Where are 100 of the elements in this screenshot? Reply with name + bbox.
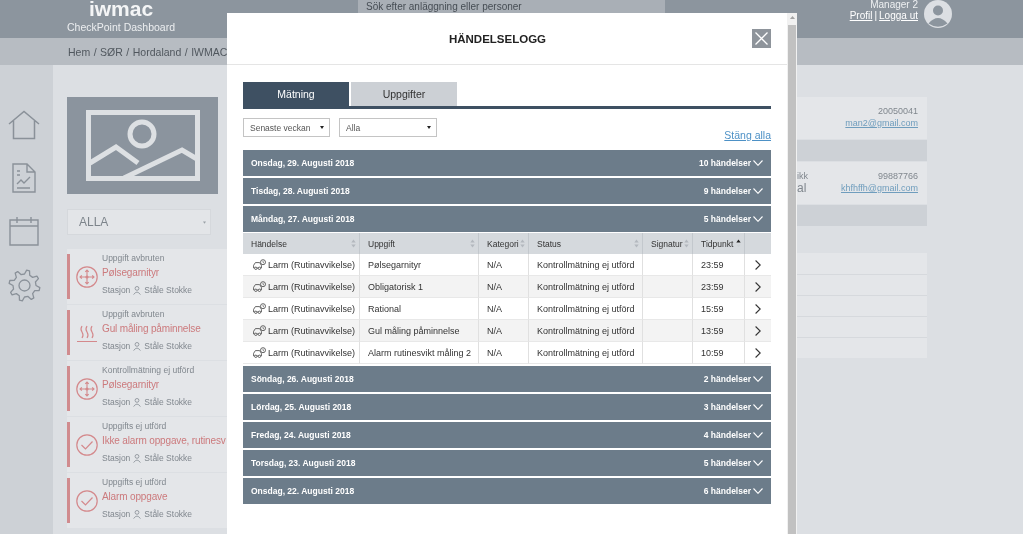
dropdown[interactable]: Senaste veckan bbox=[243, 118, 330, 137]
person-icon bbox=[133, 285, 142, 295]
event-card[interactable]: Kontrollmätning ej utförd Pølsegarnityr Stasjon Ståle Stokke bbox=[67, 361, 227, 416]
link-separator: | bbox=[874, 10, 878, 21]
check-circle-icon bbox=[76, 489, 98, 512]
time-text: 23:59 bbox=[701, 281, 724, 292]
status-text: Kontrollmätning ej utförd bbox=[537, 281, 635, 292]
severity-bar bbox=[67, 310, 70, 355]
breadcrumb-link[interactable]: Hordaland bbox=[132, 45, 182, 58]
event-status: Uppgift avbruten bbox=[102, 252, 166, 265]
event-title: Gul måling påminnelse bbox=[102, 322, 201, 336]
car-icon bbox=[253, 303, 266, 314]
event-status: Kontrollmätning ej utförd bbox=[102, 364, 195, 377]
user-name: Manager 2 bbox=[869, 0, 918, 10]
event-card[interactable]: Uppgift avbruten Pølsegarnityr Stasjon Ståle Stokke bbox=[67, 249, 227, 304]
table-row[interactable]: Larm (Rutinavvikelse) Gul måling påminnelse N/A Kontrollmätning ej utförd 13:59 bbox=[243, 320, 771, 342]
date-group-header[interactable]: Lördag, 25. Augusti 2018 3 händelser bbox=[243, 394, 771, 420]
event-card[interactable]: Uppgifts ej utförd Alarm oppgave Stasjon Ståle Stokke bbox=[67, 473, 227, 528]
chevron-right-icon[interactable] bbox=[755, 347, 761, 358]
event-status: Uppgifts ej utförd bbox=[102, 420, 168, 433]
group-date: Torsdag, 23. Augusti 2018 bbox=[251, 458, 356, 468]
event-type: Larm (Rutinavvikelse) bbox=[268, 303, 356, 314]
home-icon[interactable] bbox=[8, 110, 40, 140]
caret-icon bbox=[427, 126, 431, 129]
chevron-right-icon[interactable] bbox=[755, 325, 761, 336]
table-row[interactable]: Larm (Rutinavvikelse) Alarm rutinesvikt måling 2 N/A Kontrollmätning ej utförd 10:59 bbox=[243, 342, 771, 364]
scrollbar-thumb[interactable] bbox=[788, 25, 796, 534]
group-date: Måndag, 27. Augusti 2018 bbox=[251, 214, 355, 224]
breadcrumb-separator: / bbox=[184, 45, 188, 58]
close-button[interactable] bbox=[752, 29, 771, 48]
dropdown[interactable]: Alla bbox=[339, 118, 437, 137]
date-group-header[interactable]: Tisdag, 28. Augusti 2018 9 händelser bbox=[243, 178, 771, 204]
status-text: Kontrollmätning ej utförd bbox=[537, 347, 635, 358]
location-text: Stasjon bbox=[102, 340, 131, 352]
location-text: Stasjon bbox=[102, 508, 131, 520]
table-row[interactable]: Larm (Rutinavvikelse) Pølsegarnityr N/A Kontrollmätning ej utförd 23:59 bbox=[243, 254, 771, 276]
user-link[interactable]: Profil bbox=[849, 10, 873, 21]
chevron-right-icon[interactable] bbox=[755, 259, 761, 270]
calendar-icon[interactable] bbox=[9, 216, 39, 246]
scrollbar[interactable] bbox=[787, 13, 797, 534]
user-link[interactable]: Logga ut bbox=[879, 10, 918, 21]
status-text: Kontrollmätning ej utförd bbox=[537, 259, 635, 270]
settings-icon[interactable] bbox=[7, 269, 41, 302]
scroll-up-arrow-icon[interactable] bbox=[789, 16, 795, 19]
table-row[interactable]: Larm (Rutinavvikelse) Obligatorisk 1 N/A Kontrollmätning ej utförd 23:59 bbox=[243, 276, 771, 298]
date-group-header[interactable]: Onsdag, 22. Augusti 2018 6 händelser bbox=[243, 478, 771, 504]
chevron-right-icon[interactable] bbox=[755, 281, 761, 292]
event-type: Larm (Rutinavvikelse) bbox=[268, 347, 356, 358]
person-name: Ståle Stokke bbox=[144, 340, 193, 352]
tab[interactable]: Mätning bbox=[243, 82, 349, 106]
event-count: 6 händelser bbox=[703, 486, 751, 496]
date-group-header[interactable]: Måndag, 27. Augusti 2018 5 händelser bbox=[243, 206, 771, 232]
chevron-down-icon bbox=[753, 216, 763, 222]
event-type: Larm (Rutinavvikelse) bbox=[268, 281, 356, 292]
date-group-header[interactable]: Torsdag, 23. Augusti 2018 5 händelser bbox=[243, 450, 771, 476]
breadcrumb-separator: / bbox=[126, 45, 130, 58]
contact-text: al bbox=[797, 182, 808, 195]
breadcrumb-separator: / bbox=[93, 45, 97, 58]
filter-dropdown[interactable]: ALLA bbox=[67, 209, 211, 235]
group-date: Onsdag, 22. Augusti 2018 bbox=[251, 486, 355, 496]
car-icon bbox=[253, 325, 266, 336]
task-name: Alarm rutinesvikt måling 2 bbox=[368, 347, 472, 358]
severity-bar bbox=[67, 422, 70, 467]
report-document-icon[interactable] bbox=[12, 163, 36, 193]
circle-arrows-icon bbox=[76, 265, 98, 288]
event-status: Uppgifts ej utförd bbox=[102, 476, 168, 489]
severity-bar bbox=[67, 366, 70, 411]
status-text: Kontrollmätning ej utförd bbox=[537, 325, 635, 336]
breadcrumb-link[interactable]: Hem bbox=[68, 45, 91, 58]
avatar-icon[interactable] bbox=[924, 0, 952, 28]
phone-number: 99887766 bbox=[877, 170, 918, 182]
event-count: 3 händelser bbox=[703, 402, 751, 412]
breadcrumb-link[interactable]: IWMAC bbox=[191, 45, 228, 58]
breadcrumb-link[interactable]: SØR bbox=[100, 45, 123, 58]
chevron-right-icon[interactable] bbox=[755, 303, 761, 314]
severity-bar bbox=[67, 478, 70, 523]
category-text: N/A bbox=[487, 281, 502, 292]
date-group-header[interactable]: Onsdag, 29. Augusti 2018 10 händelser bbox=[243, 150, 771, 176]
event-card[interactable]: Uppgifts ej utförd Ikke alarm oppgave, rutinesv Stasjon Ståle Stokke bbox=[67, 417, 227, 472]
category-text: N/A bbox=[487, 259, 502, 270]
search-field[interactable]: Sök efter anläggning eller personer bbox=[358, 0, 665, 13]
date-group-header[interactable]: Fredag, 24. Augusti 2018 4 händelser bbox=[243, 422, 771, 448]
close-all-link[interactable]: Stäng alla bbox=[724, 129, 771, 141]
logo[interactable]: iwmac bbox=[88, 0, 154, 18]
person-name: Ståle Stokke bbox=[144, 452, 193, 464]
group-date: Lördag, 25. Augusti 2018 bbox=[251, 402, 352, 412]
circle-arrows-icon bbox=[76, 377, 98, 400]
event-card[interactable]: Uppgift avbruten Gul måling påminnelse Stasjon Ståle Stokke bbox=[67, 305, 227, 360]
event-type: Larm (Rutinavvikelse) bbox=[268, 325, 356, 336]
tab[interactable]: Uppgifter bbox=[351, 82, 457, 106]
task-name: Obligatorisk 1 bbox=[368, 281, 424, 292]
person-icon bbox=[133, 453, 142, 463]
person-name: Ståle Stokke bbox=[144, 396, 193, 408]
table-row[interactable]: Larm (Rutinavvikelse) Rational N/A Kontrollmätning ej utförd 15:59 bbox=[243, 298, 771, 320]
email-link[interactable]: khfhffh@gmail.com bbox=[841, 182, 918, 194]
email-link[interactable]: man2@gmail.com bbox=[845, 117, 918, 129]
event-status: Uppgift avbruten bbox=[102, 308, 166, 321]
person-name: Ståle Stokke bbox=[144, 508, 193, 520]
date-group-header[interactable]: Söndag, 26. Augusti 2018 2 händelser bbox=[243, 366, 771, 392]
location-text: Stasjon bbox=[102, 452, 131, 464]
